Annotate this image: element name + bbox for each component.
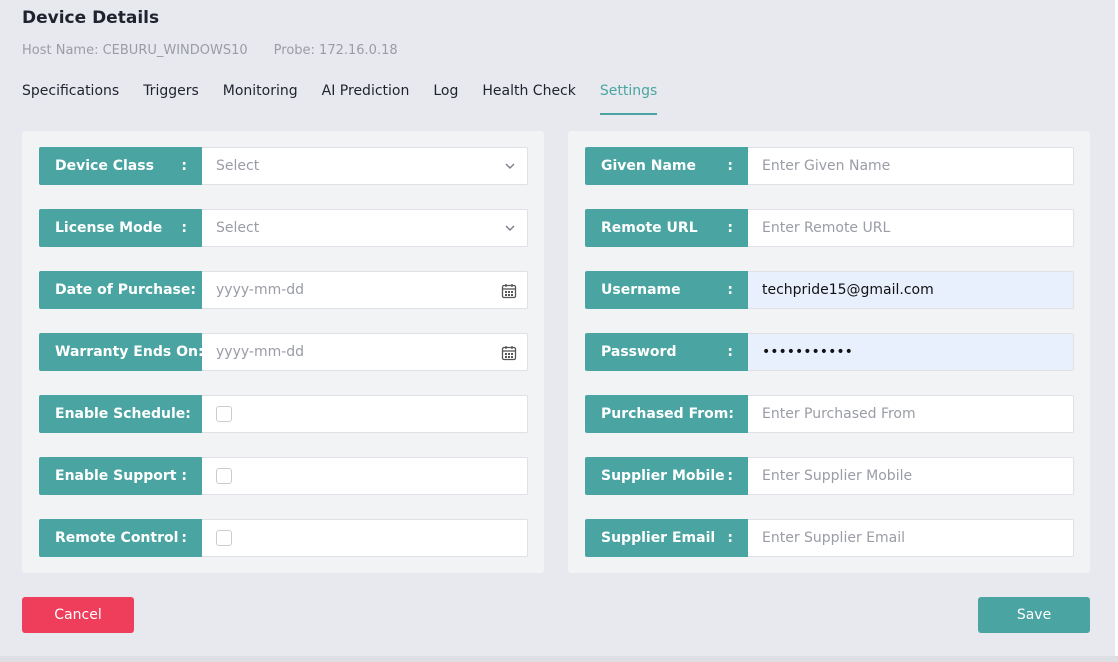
device-meta: Host Name: CEBURU_WINDOWS10 Probe: 172.1…: [22, 43, 398, 58]
enable-schedule-checkbox[interactable]: [216, 406, 232, 422]
tab-settings[interactable]: Settings: [599, 82, 658, 115]
password-input[interactable]: •••••••••••: [748, 333, 1074, 371]
supplier-email-label: Supplier Email:: [585, 519, 748, 557]
tab-triggers[interactable]: Triggers: [143, 82, 199, 115]
password-row: Password: •••••••••••: [585, 333, 1074, 371]
remote-control-row: Remote Control:: [39, 519, 528, 557]
license-mode-placeholder: Select: [216, 220, 260, 236]
purchased-from-label: Purchased From:: [585, 395, 748, 433]
username-value: techpride15@gmail.com: [762, 282, 934, 298]
host-name: Host Name: CEBURU_WINDOWS10: [22, 43, 248, 58]
given-name-placeholder: Enter Given Name: [762, 158, 891, 174]
warranty-ends-on-placeholder: yyyy-mm-dd: [216, 344, 305, 360]
license-mode-label: License Mode:: [39, 209, 202, 247]
tab-bar: Specifications Triggers Monitoring AI Pr…: [22, 82, 658, 116]
tab-monitoring[interactable]: Monitoring: [223, 82, 298, 115]
date-of-purchase-input[interactable]: yyyy-mm-dd: [202, 271, 528, 309]
supplier-mobile-input[interactable]: Enter Supplier Mobile: [748, 457, 1074, 495]
enable-schedule-field: [202, 395, 528, 433]
right-settings-panel: Given Name: Enter Given Name Remote URL:…: [568, 131, 1090, 573]
device-class-label: Device Class:: [39, 147, 202, 185]
remote-control-checkbox[interactable]: [216, 530, 232, 546]
username-input[interactable]: techpride15@gmail.com: [748, 271, 1074, 309]
supplier-email-input[interactable]: Enter Supplier Email: [748, 519, 1074, 557]
username-label: Username:: [585, 271, 748, 309]
remote-url-label: Remote URL:: [585, 209, 748, 247]
purchased-from-input[interactable]: Enter Purchased From: [748, 395, 1074, 433]
enable-support-checkbox[interactable]: [216, 468, 232, 484]
license-mode-select[interactable]: Select: [202, 209, 528, 247]
given-name-label: Given Name:: [585, 147, 748, 185]
chevron-down-icon: [505, 163, 515, 169]
password-value: •••••••••••: [762, 344, 853, 360]
remote-control-field: [202, 519, 528, 557]
page-bottom-edge: [0, 656, 1118, 662]
tab-log[interactable]: Log: [433, 82, 458, 115]
enable-support-field: [202, 457, 528, 495]
cancel-button[interactable]: Cancel: [22, 597, 134, 633]
remote-url-placeholder: Enter Remote URL: [762, 220, 891, 236]
remote-control-label: Remote Control:: [39, 519, 202, 557]
page-title: Device Details: [22, 8, 160, 28]
license-mode-row: License Mode: Select: [39, 209, 528, 247]
supplier-email-row: Supplier Email: Enter Supplier Email: [585, 519, 1074, 557]
warranty-ends-on-label: Warranty Ends On:: [39, 333, 204, 371]
tab-health-check[interactable]: Health Check: [482, 82, 576, 115]
device-class-select[interactable]: Select: [202, 147, 528, 185]
calendar-icon[interactable]: [501, 283, 517, 299]
given-name-input[interactable]: Enter Given Name: [748, 147, 1074, 185]
supplier-mobile-placeholder: Enter Supplier Mobile: [762, 468, 913, 484]
chevron-down-icon: [505, 225, 515, 231]
enable-support-label: Enable Support:: [39, 457, 202, 495]
enable-support-row: Enable Support:: [39, 457, 528, 495]
calendar-icon[interactable]: [501, 345, 517, 361]
enable-schedule-label: Enable Schedule:: [39, 395, 202, 433]
password-label: Password:: [585, 333, 748, 371]
date-of-purchase-label: Date of Purchase:: [39, 271, 202, 309]
username-row: Username: techpride15@gmail.com: [585, 271, 1074, 309]
date-of-purchase-placeholder: yyyy-mm-dd: [216, 282, 305, 298]
device-class-placeholder: Select: [216, 158, 260, 174]
left-settings-panel: Device Class: Select License Mode: Selec…: [22, 131, 544, 573]
probe-address: Probe: 172.16.0.18: [273, 43, 398, 58]
remote-url-row: Remote URL: Enter Remote URL: [585, 209, 1074, 247]
given-name-row: Given Name: Enter Given Name: [585, 147, 1074, 185]
device-class-row: Device Class: Select: [39, 147, 528, 185]
purchased-from-placeholder: Enter Purchased From: [762, 406, 916, 422]
tab-specifications[interactable]: Specifications: [22, 82, 119, 115]
purchased-from-row: Purchased From: Enter Purchased From: [585, 395, 1074, 433]
save-button[interactable]: Save: [978, 597, 1090, 633]
warranty-ends-on-input[interactable]: yyyy-mm-dd: [202, 333, 528, 371]
date-of-purchase-row: Date of Purchase: yyyy-mm-dd: [39, 271, 528, 309]
supplier-mobile-row: Supplier Mobile: Enter Supplier Mobile: [585, 457, 1074, 495]
warranty-ends-on-row: Warranty Ends On: yyyy-mm-dd: [39, 333, 528, 371]
tab-ai-prediction[interactable]: AI Prediction: [322, 82, 410, 115]
supplier-mobile-label: Supplier Mobile:: [585, 457, 748, 495]
supplier-email-placeholder: Enter Supplier Email: [762, 530, 906, 546]
remote-url-input[interactable]: Enter Remote URL: [748, 209, 1074, 247]
enable-schedule-row: Enable Schedule:: [39, 395, 528, 433]
